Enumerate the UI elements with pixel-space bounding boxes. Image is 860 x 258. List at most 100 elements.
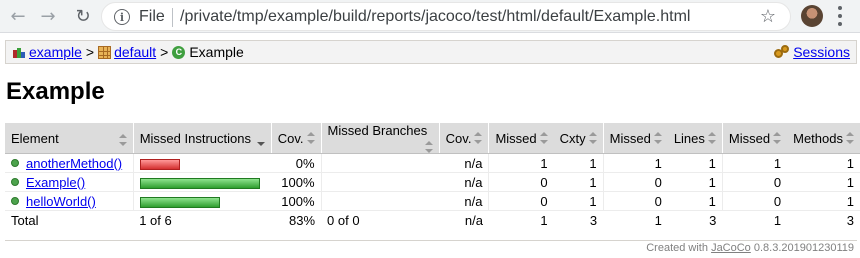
footer-version: 0.8.3.201901230119 — [753, 242, 854, 254]
sort-icon — [424, 141, 433, 153]
branch-cov: n/a — [439, 153, 489, 173]
method-link[interactable]: anotherMethod() — [26, 156, 122, 171]
missed-methods: 1 — [721, 153, 788, 173]
back-arrow-icon[interactable]: ← — [6, 4, 30, 28]
col-branch-cov[interactable]: Cov. — [438, 123, 489, 154]
sort-icon — [846, 131, 854, 144]
breadcrumb-report-link[interactable]: example — [29, 44, 82, 60]
sort-icon — [588, 131, 597, 144]
cxty: 1 — [553, 153, 604, 173]
instruction-bar-cell — [132, 172, 272, 192]
instruction-bar-cell — [132, 191, 272, 211]
lines: 1 — [667, 153, 723, 173]
breadcrumb-package-link[interactable]: default — [114, 44, 156, 60]
col-missed-methods[interactable]: Missed — [721, 123, 788, 154]
page-title: Example — [6, 78, 105, 105]
missed-cxty: 0 — [488, 172, 554, 192]
total-missed-methods: 1 — [722, 210, 788, 231]
lines: 1 — [667, 172, 723, 192]
col-missed-cxty[interactable]: Missed — [488, 123, 554, 154]
missed-cxty: 0 — [488, 191, 554, 211]
method-icon — [11, 178, 19, 186]
reload-icon[interactable]: ↻ — [71, 4, 95, 28]
lines: 1 — [667, 191, 723, 211]
branch-bar-cell — [320, 172, 440, 192]
address-bar[interactable]: i File /private/tmp/example/build/report… — [101, 2, 791, 31]
branch-cov: n/a — [439, 172, 489, 192]
total-lines: 3 — [667, 210, 723, 231]
methods: 1 — [787, 172, 860, 192]
profile-avatar[interactable] — [801, 5, 823, 27]
table-row: anotherMethod() 0% n/a 1 1 1 1 1 1 — [5, 153, 860, 173]
total-instruction-cov: 83% — [271, 210, 322, 231]
methods: 1 — [787, 191, 860, 211]
breadcrumb-current: Example — [189, 44, 244, 60]
total-label: Total — [5, 210, 134, 231]
breadcrumb-separator: > — [160, 44, 169, 60]
total-branch-cov: n/a — [439, 210, 489, 231]
col-missed-branches[interactable]: Missed Branches — [320, 123, 440, 154]
instruction-cov: 0% — [271, 153, 322, 173]
missed-lines: 0 — [602, 172, 668, 192]
browser-menu-icon[interactable] — [836, 6, 844, 26]
instruction-cov: 100% — [271, 191, 322, 211]
breadcrumb: example > default > C Example Sessions — [5, 40, 857, 64]
total-methods: 3 — [787, 210, 860, 231]
sort-icon — [773, 131, 782, 144]
coverage-table: Element Missed Instructions Cov. Missed … — [5, 123, 860, 231]
method-link[interactable]: Example() — [26, 175, 85, 190]
file-scheme-label: File — [139, 8, 165, 25]
col-missed-instructions[interactable]: Missed Instructions — [132, 123, 272, 154]
browser-toolbar: ← → ↻ i File /private/tmp/example/build/… — [0, 0, 860, 33]
table-header-row: Element Missed Instructions Cov. Missed … — [5, 123, 860, 154]
element-cell: helloWorld() — [5, 191, 134, 211]
col-element[interactable]: Element — [5, 123, 134, 154]
coverage-bar — [139, 177, 260, 189]
footer-divider — [5, 240, 857, 241]
col-cxty[interactable]: Cxty — [553, 123, 604, 154]
coverage-bar — [139, 158, 180, 170]
sessions-icon — [774, 45, 790, 59]
total-cxty: 3 — [553, 210, 604, 231]
bookmark-star-icon[interactable]: ☆ — [760, 6, 776, 27]
missed-lines: 0 — [602, 191, 668, 211]
forward-arrow-icon[interactable]: → — [36, 4, 60, 28]
method-icon — [11, 159, 19, 167]
instruction-bar-cell — [132, 153, 272, 173]
method-link[interactable]: helloWorld() — [26, 194, 96, 209]
jacoco-link[interactable]: JaCoCo — [711, 242, 751, 254]
col-missed-lines[interactable]: Missed — [602, 123, 668, 154]
sort-desc-icon — [256, 134, 265, 146]
total-missed-branches: 0 of 0 — [321, 210, 440, 231]
missed-lines: 1 — [602, 153, 668, 173]
col-instruction-cov[interactable]: Cov. — [270, 123, 322, 154]
element-cell: anotherMethod() — [5, 153, 134, 173]
methods: 1 — [787, 153, 860, 173]
table-row: Example() 100% n/a 0 1 0 1 0 1 — [5, 172, 860, 192]
branch-cov: n/a — [439, 191, 489, 211]
info-icon[interactable]: i — [114, 9, 130, 25]
coverage-bar — [139, 196, 220, 208]
package-icon — [98, 45, 112, 59]
table-row: helloWorld() 100% n/a 0 1 0 1 0 1 — [5, 191, 860, 211]
cxty: 1 — [553, 172, 604, 192]
cxty: 1 — [553, 191, 604, 211]
instruction-cov: 100% — [271, 172, 322, 192]
sort-icon — [653, 131, 662, 144]
table-total-row: Total 1 of 6 83% 0 of 0 n/a 1 3 1 3 1 3 — [5, 210, 860, 231]
col-lines[interactable]: Lines — [667, 123, 723, 154]
url-text[interactable]: /private/tmp/example/build/reports/jacoc… — [180, 8, 690, 26]
missed-cxty: 1 — [488, 153, 554, 173]
col-methods[interactable]: Methods — [787, 123, 860, 154]
element-cell: Example() — [5, 172, 134, 192]
total-missed-lines: 1 — [603, 210, 668, 231]
total-missed-cxty: 1 — [488, 210, 554, 231]
class-icon: C — [172, 45, 186, 59]
missed-methods: 0 — [721, 172, 788, 192]
missed-methods: 0 — [721, 191, 788, 211]
branch-bar-cell — [320, 153, 440, 173]
sessions-link[interactable]: Sessions — [793, 44, 850, 60]
sort-icon — [539, 131, 548, 144]
branch-bar-cell — [320, 191, 440, 211]
method-icon — [11, 197, 19, 205]
